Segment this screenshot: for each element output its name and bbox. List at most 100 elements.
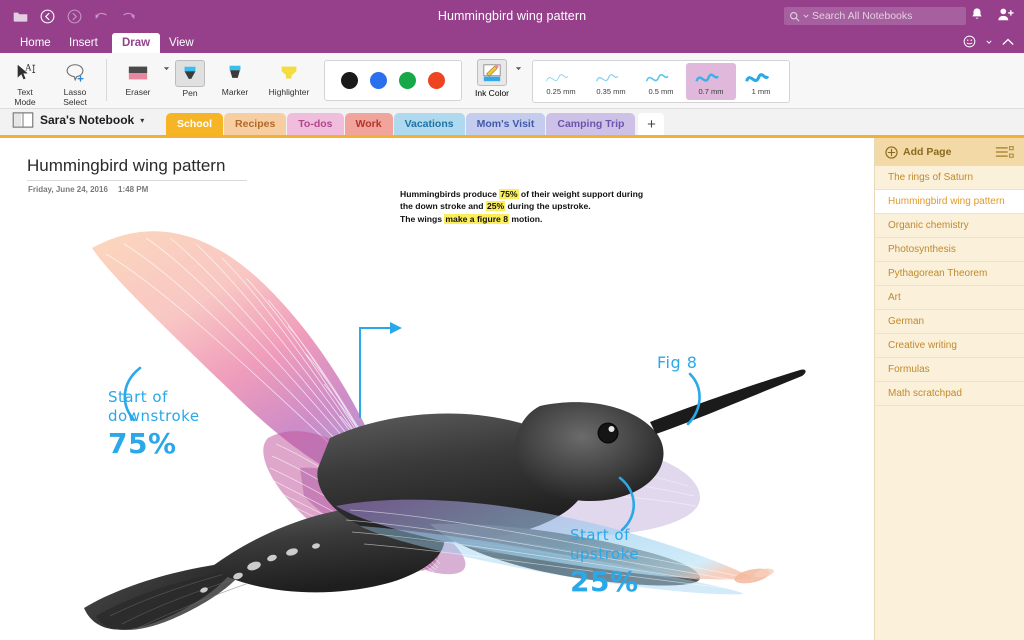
note-line2-b: during the upstroke. (505, 201, 591, 212)
title-bar: Hummingbird wing pattern Search All Note… (0, 0, 1024, 33)
note-text-block[interactable]: Hummingbirds produce 75% of their weight… (400, 188, 650, 225)
highlighter-button[interactable]: Highlighter (260, 56, 318, 97)
feedback-chevron-down-icon[interactable] (986, 39, 992, 45)
page-item-photosynthesis[interactable]: Photosynthesis (875, 238, 1024, 262)
annotation-upstroke[interactable]: Start of upstroke 25% (570, 526, 639, 598)
thickness-0-7[interactable]: 0.7 mm (686, 63, 736, 100)
section-tabs: School Recipes To-dos Work Vacations Mom… (166, 113, 665, 135)
page-item-hummingbird-wing-pattern[interactable]: Hummingbird wing pattern (875, 190, 1024, 214)
text-mode-button[interactable]: A Text Mode (0, 56, 50, 107)
tab-draw[interactable]: Draw (112, 33, 161, 53)
tab-insert[interactable]: Insert (59, 33, 108, 53)
add-page-button[interactable]: Add Page (885, 145, 952, 159)
page-list: The rings of Saturn Hummingbird wing pat… (875, 166, 1024, 406)
note-line-3: The wings make a figure 8 motion. (400, 213, 650, 225)
selection-tools-group: A Text Mode Lasso Select (0, 56, 100, 107)
thickness-label-0: 0.25 mm (546, 87, 576, 96)
forward-icon[interactable] (66, 8, 83, 25)
page-list-options-icon[interactable] (995, 145, 1015, 159)
ink-color-button[interactable]: Ink Color (470, 59, 514, 98)
thickness-label-3: 0.7 mm (698, 87, 724, 96)
page-item-creative-writing[interactable]: Creative writing (875, 334, 1024, 358)
page-item-german[interactable]: German (875, 310, 1024, 334)
search-placeholder: Search All Notebooks (812, 10, 913, 22)
thickness-0-25[interactable]: 0.25 mm (536, 63, 586, 100)
upstroke-percent: 25% (570, 565, 639, 598)
lasso-select-label-2: Select (63, 97, 87, 107)
search-scope-chevron-icon[interactable] (803, 13, 809, 19)
section-tab-to-dos[interactable]: To-dos (287, 113, 344, 135)
pen-button[interactable]: Pen (170, 56, 210, 98)
notifications-bell-icon[interactable] (970, 7, 984, 22)
toolbar-divider-1 (106, 59, 107, 101)
page-item-organic-chemistry[interactable]: Organic chemistry (875, 214, 1024, 238)
color-swatch-green[interactable] (399, 72, 416, 89)
text-mode-icon: A (13, 60, 37, 86)
section-tab-moms-visit[interactable]: Mom's Visit (465, 113, 546, 135)
page-date[interactable]: Friday, June 24, 2016 (28, 185, 108, 194)
notebook-chevron-down-icon[interactable]: ▾ (140, 116, 144, 125)
notebook-picker[interactable]: Sara's Notebook ▾ (12, 112, 144, 128)
back-icon[interactable] (39, 8, 56, 25)
undo-icon[interactable] (93, 8, 110, 25)
note-line3-a: The wings (400, 213, 445, 224)
thickness-0-5[interactable]: 0.5 mm (636, 63, 686, 100)
page-item-pythagorean-theorem[interactable]: Pythagorean Theorem (875, 262, 1024, 286)
eraser-button[interactable]: Eraser (113, 56, 163, 97)
pen-tools-group: Eraser Pen Marker Highlighter (113, 56, 318, 106)
note-line3-b: motion. (508, 213, 543, 224)
feedback-smiley-icon[interactable] (963, 35, 976, 48)
tab-home[interactable]: Home (10, 33, 61, 53)
page-title[interactable]: Hummingbird wing pattern (27, 156, 225, 176)
section-tab-school[interactable]: School (166, 113, 224, 135)
tab-view[interactable]: View (159, 33, 204, 53)
highlighter-icon (278, 60, 300, 86)
annotation-downstroke[interactable]: Start of downstroke 75% (108, 388, 200, 460)
ink-color-swatches (324, 60, 462, 101)
note-line1-b: of their weight support during (518, 189, 644, 199)
color-swatch-black[interactable] (341, 72, 358, 89)
lasso-select-button[interactable]: Lasso Select (50, 56, 100, 107)
section-tab-camping-trip[interactable]: Camping Trip (546, 113, 636, 135)
collapse-ribbon-icon[interactable] (1002, 38, 1014, 46)
downstroke-line-1: Start of (108, 388, 168, 406)
pen-label: Pen (182, 88, 198, 98)
eraser-options-caret[interactable] (163, 56, 170, 72)
pen-thickness-panel: 0.25 mm 0.35 mm 0.5 mm 0.7 mm 1 mm (532, 60, 790, 103)
thickness-label-4: 1 mm (751, 87, 771, 96)
section-tab-recipes[interactable]: Recipes (224, 113, 287, 135)
notebook-name: Sara's Notebook (40, 113, 135, 127)
share-person-icon[interactable] (997, 7, 1014, 22)
page-time[interactable]: 1:48 PM (118, 185, 148, 194)
page-item-formulas[interactable]: Formulas (875, 358, 1024, 382)
redo-icon[interactable] (120, 8, 137, 25)
eraser-label: Eraser (125, 87, 151, 97)
page-item-art[interactable]: Art (875, 286, 1024, 310)
ink-color-caret[interactable] (515, 56, 522, 72)
annotation-fig8[interactable]: Fig 8 (657, 353, 697, 372)
highlighter-label: Highlighter (268, 87, 310, 97)
page-canvas[interactable]: Hummingbird wing pattern Friday, June 24… (0, 138, 874, 640)
thickness-1[interactable]: 1 mm (736, 63, 786, 100)
upstroke-line-1: Start of (570, 526, 630, 544)
add-section-button[interactable]: + (638, 113, 665, 135)
folder-icon[interactable] (12, 8, 29, 25)
titlebar-nav-icons (0, 8, 137, 25)
add-page-label: Add Page (903, 146, 952, 158)
page-item-math-scratchpad[interactable]: Math scratchpad (875, 382, 1024, 406)
page-item-the-rings-of-saturn[interactable]: The rings of Saturn (875, 166, 1024, 190)
section-tab-vacations[interactable]: Vacations (393, 113, 465, 135)
thickness-0-35[interactable]: 0.35 mm (586, 63, 636, 100)
section-tab-work[interactable]: Work (344, 113, 393, 135)
downstroke-percent: 75% (108, 427, 177, 460)
onenote-window: Hummingbird wing pattern Search All Note… (0, 0, 1024, 640)
color-swatch-red[interactable] (428, 72, 445, 89)
marker-button[interactable]: Marker (210, 56, 260, 97)
downstroke-line-2: downstroke (108, 407, 200, 425)
marker-icon (225, 60, 245, 86)
titlebar-right-icons (970, 7, 1014, 22)
eraser-icon (125, 60, 151, 86)
search-input[interactable]: Search All Notebooks (784, 7, 966, 25)
color-swatch-blue[interactable] (370, 72, 387, 89)
upstroke-line-2: upstroke (570, 545, 640, 563)
